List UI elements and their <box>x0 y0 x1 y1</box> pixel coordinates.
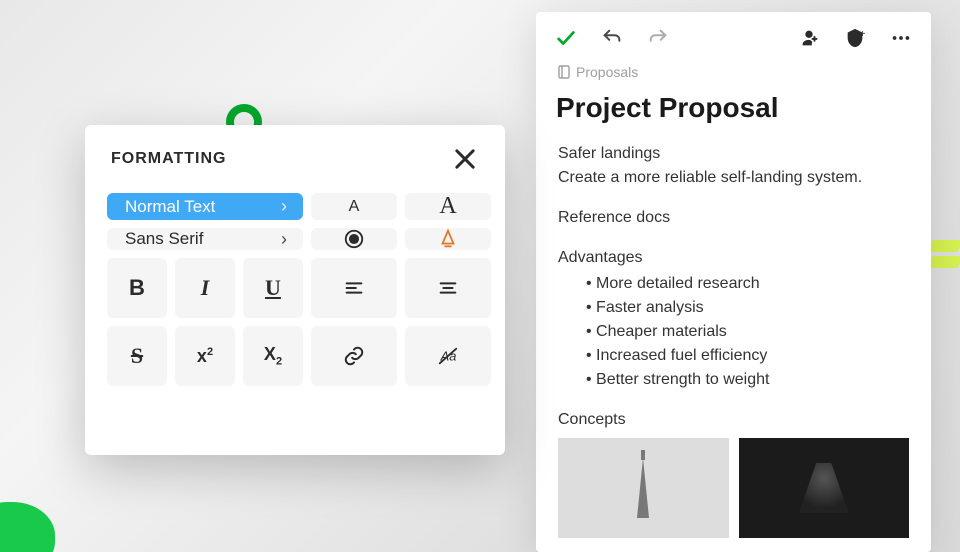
decorative-zigzag <box>930 240 960 290</box>
concept-image-rocket[interactable] <box>558 438 729 538</box>
strikethrough-button[interactable]: S <box>107 326 167 386</box>
font-size-decrease[interactable]: A <box>311 193 397 220</box>
font-size-increase[interactable]: A <box>405 193 491 220</box>
note-toolbar: + <box>536 12 931 60</box>
close-button[interactable] <box>451 145 479 173</box>
more-button[interactable] <box>889 26 913 50</box>
engine-illustration <box>799 463 849 513</box>
paragraph-style-label: Normal Text <box>125 197 215 217</box>
formatting-panel: FORMATTING Normal Text › A A Sans Serif … <box>85 125 505 455</box>
highlighter-icon <box>437 228 459 250</box>
text-color-button[interactable] <box>311 228 397 250</box>
clear-format-icon: Aa <box>437 345 459 367</box>
filled-circle-icon <box>343 228 365 250</box>
align-center-icon <box>437 277 459 299</box>
align-center-button[interactable] <box>405 258 491 318</box>
concepts-images <box>536 432 931 538</box>
section-heading: Reference docs <box>558 206 909 230</box>
close-icon <box>451 145 479 173</box>
subscript-button[interactable]: X2 <box>243 326 303 386</box>
tag-button[interactable]: + <box>843 26 867 50</box>
superscript-button[interactable]: x2 <box>175 326 235 386</box>
breadcrumb-label: Proposals <box>576 64 638 80</box>
section-body: Create a more reliable self-landing syst… <box>558 166 909 190</box>
section-heading: Advantages <box>558 246 909 270</box>
note-body[interactable]: Safer landings Create a more reliable se… <box>536 142 931 432</box>
note-panel: + Proposals Project Proposal Safer landi… <box>536 12 931 552</box>
italic-button[interactable]: I <box>175 258 235 318</box>
font-family-label: Sans Serif <box>125 229 203 249</box>
list-item: Cheaper materials <box>586 320 909 344</box>
formatting-header: FORMATTING <box>107 145 483 173</box>
chevron-right-icon: › <box>281 229 287 250</box>
share-button[interactable] <box>797 26 821 50</box>
svg-text:+: + <box>860 29 866 40</box>
bold-button[interactable]: B <box>107 258 167 318</box>
formatting-title: FORMATTING <box>111 150 226 168</box>
list-item: More detailed research <box>586 272 909 296</box>
chevron-right-icon: › <box>281 196 287 217</box>
notebook-icon <box>558 65 570 79</box>
note-title[interactable]: Project Proposal <box>536 88 931 142</box>
paragraph-style-picker[interactable]: Normal Text › <box>107 193 303 220</box>
font-family-picker[interactable]: Sans Serif › <box>107 228 303 250</box>
underline-button[interactable]: U <box>243 258 303 318</box>
section-heading: Safer landings <box>558 142 909 166</box>
redo-button[interactable] <box>646 26 670 50</box>
breadcrumb[interactable]: Proposals <box>536 60 931 88</box>
decorative-blob <box>0 502 55 552</box>
rocket-illustration <box>637 458 649 518</box>
concept-image-engine[interactable] <box>739 438 910 538</box>
insert-link-button[interactable] <box>311 326 397 386</box>
list-item: Increased fuel efficiency <box>586 344 909 368</box>
done-button[interactable] <box>554 26 578 50</box>
align-left-icon <box>343 277 365 299</box>
align-left-button[interactable] <box>311 258 397 318</box>
list-item: Better strength to weight <box>586 368 909 392</box>
list-item: Faster analysis <box>586 296 909 320</box>
advantages-list: More detailed research Faster analysis C… <box>558 272 909 392</box>
section-heading: Concepts <box>558 408 909 432</box>
highlight-color-button[interactable] <box>405 228 491 250</box>
undo-button[interactable] <box>600 26 624 50</box>
link-icon <box>343 345 365 367</box>
clear-formatting-button[interactable]: Aa <box>405 326 491 386</box>
